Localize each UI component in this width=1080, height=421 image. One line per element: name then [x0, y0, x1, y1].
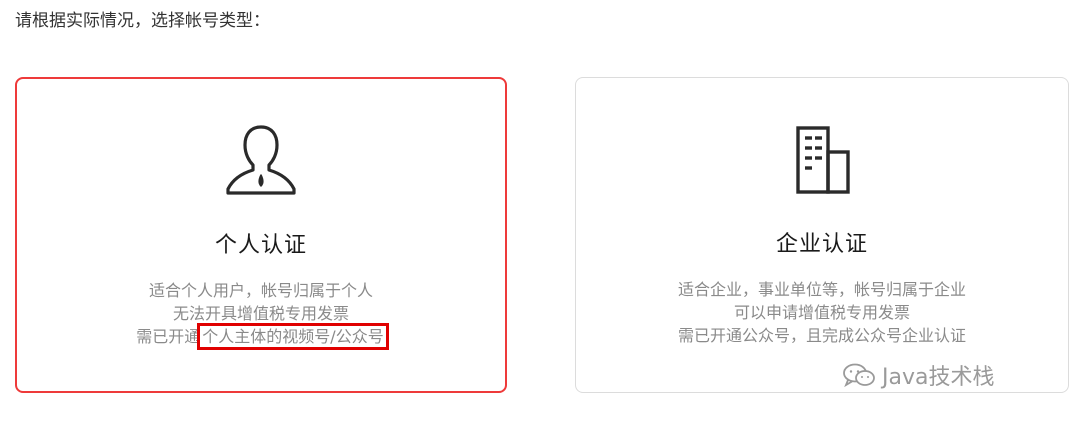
personal-desc-line-1: 适合个人用户，帐号归属于个人 [148, 281, 373, 300]
enterprise-desc-line-3: 需已开通公众号，且完成公众号企业认证 [677, 326, 966, 345]
highlighted-requirement: 个人主体的视频号/公众号 [197, 323, 389, 350]
personal-card-description: 适合个人用户，帐号归属于个人 无法开具增值税专用发票 需已开通 个人主体的视频号/… [17, 279, 505, 350]
page-prompt: 请根据实际情况，选择帐号类型： [15, 11, 270, 31]
enterprise-desc-line-2: 可以申请增值税专用发票 [733, 303, 910, 322]
personal-desc-line-2: 无法开具增值税专用发票 [172, 304, 349, 323]
enterprise-card-title: 企业认证 [775, 232, 868, 257]
person-icon [221, 123, 301, 197]
wechat-icon [842, 362, 876, 388]
personal-verification-card[interactable]: 个人认证 适合个人用户，帐号归属于个人 无法开具增值税专用发票 需已开通 个人主体… [15, 77, 507, 393]
enterprise-desc-line-1: 适合企业，事业单位等，帐号归属于企业 [677, 280, 966, 299]
personal-desc-line-3-prefix: 需已开通 [136, 327, 201, 346]
personal-card-title: 个人认证 [214, 233, 307, 258]
account-type-page: 请根据实际情况，选择帐号类型： 个人认证 适合个人用户，帐号归属于个人 无法开具… [0, 0, 1080, 421]
enterprise-card-description: 适合企业，事业单位等，帐号归属于企业 可以申请增值税专用发票 需已开通公众号，且… [576, 278, 1068, 347]
watermark: Java技术栈 [842, 360, 994, 390]
watermark-text: Java技术栈 [882, 365, 995, 390]
personal-desc-line-3: 需已开通 个人主体的视频号/公众号 [17, 323, 505, 350]
enterprise-verification-card[interactable]: 企业认证 适合企业，事业单位等，帐号归属于企业 可以申请增值税专用发票 需已开通… [575, 77, 1069, 393]
building-icon [782, 122, 862, 196]
